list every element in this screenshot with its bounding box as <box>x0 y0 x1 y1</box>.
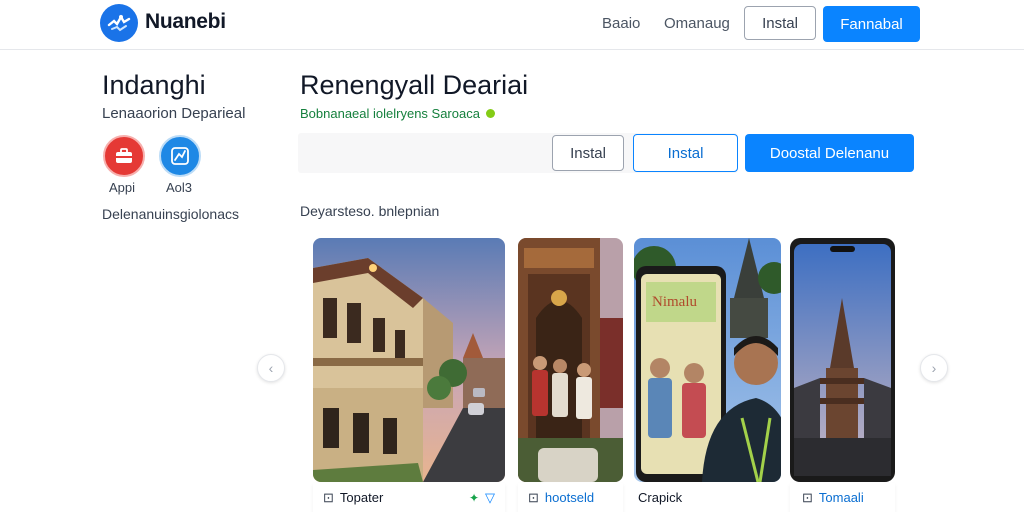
briefcase-icon[interactable] <box>103 135 145 177</box>
brand-name[interactable]: Nuanebi <box>145 10 226 34</box>
sidebar-icon-label-2: Aol3 <box>166 180 193 195</box>
screenshot-phone-temple[interactable] <box>790 238 895 482</box>
chevron-right-icon: › <box>931 360 937 376</box>
image-icon: ⊡ <box>528 489 539 505</box>
download-button[interactable]: Doostal Delenanu <box>745 134 914 172</box>
logo-icon <box>107 14 131 32</box>
description-heading: Deyarsteso. bnlepnian <box>300 203 440 219</box>
image-icon: ⊡ <box>802 489 813 505</box>
sidebar-icon-label-1: Appi <box>109 180 136 195</box>
screenshot-temple-gate[interactable] <box>518 238 623 482</box>
verified-icon <box>485 109 495 118</box>
star-icon[interactable]: ✦ <box>469 491 479 505</box>
card-caption-1: Topater <box>339 490 384 505</box>
card-footer-1[interactable]: ⊡ Topater ✦ ▽ <box>313 483 505 512</box>
install-button-accent[interactable]: Instal <box>633 134 738 172</box>
card-caption-2: hootseld <box>544 490 595 505</box>
top-header: Nuanebi Baaio Omanaug Instal Fannabal <box>0 0 1024 50</box>
developer-name[interactable]: Bobnanaeal iolelryens Saroaca <box>300 106 480 121</box>
app-title: Renengyall Deariai <box>300 70 529 100</box>
sidebar-subtitle: Lenaaorion Deparieal <box>102 105 246 122</box>
card-footer-2[interactable]: ⊡ hootseld <box>518 483 623 512</box>
poster-title: Nimalu <box>652 294 697 310</box>
card-footer-3[interactable]: Crapick <box>634 483 781 512</box>
developer-line[interactable]: Bobnanaeal iolelryens Saroaca <box>300 106 495 121</box>
screenshot-phone-person[interactable]: Nimalu <box>634 238 781 482</box>
map-icon[interactable] <box>159 135 201 177</box>
filter-icon[interactable]: ▽ <box>485 490 495 506</box>
image-icon: ⊡ <box>323 489 334 505</box>
nav-link-2[interactable]: Omanaug <box>664 15 730 32</box>
app-logo[interactable] <box>100 4 138 42</box>
sidebar-title: Indanghi <box>102 70 206 100</box>
nav-link-1[interactable]: Baaio <box>602 15 640 32</box>
carousel-prev-button[interactable]: ‹ <box>257 354 285 382</box>
card-caption-4: Tomaali <box>818 490 864 505</box>
carousel-next-button[interactable]: › <box>920 354 948 382</box>
header-primary-button[interactable]: Fannabal <box>823 6 920 42</box>
card-footer-4[interactable]: ⊡ Tomaali <box>790 483 895 512</box>
sidebar-footer-text: Delenanuinsgiolonacs <box>102 206 239 222</box>
install-button-outline[interactable]: Instal <box>552 135 624 171</box>
header-install-button[interactable]: Instal <box>744 6 816 40</box>
screenshot-street[interactable] <box>313 238 505 482</box>
chevron-left-icon: ‹ <box>268 360 274 376</box>
card-caption-3: Crapick <box>638 490 683 505</box>
